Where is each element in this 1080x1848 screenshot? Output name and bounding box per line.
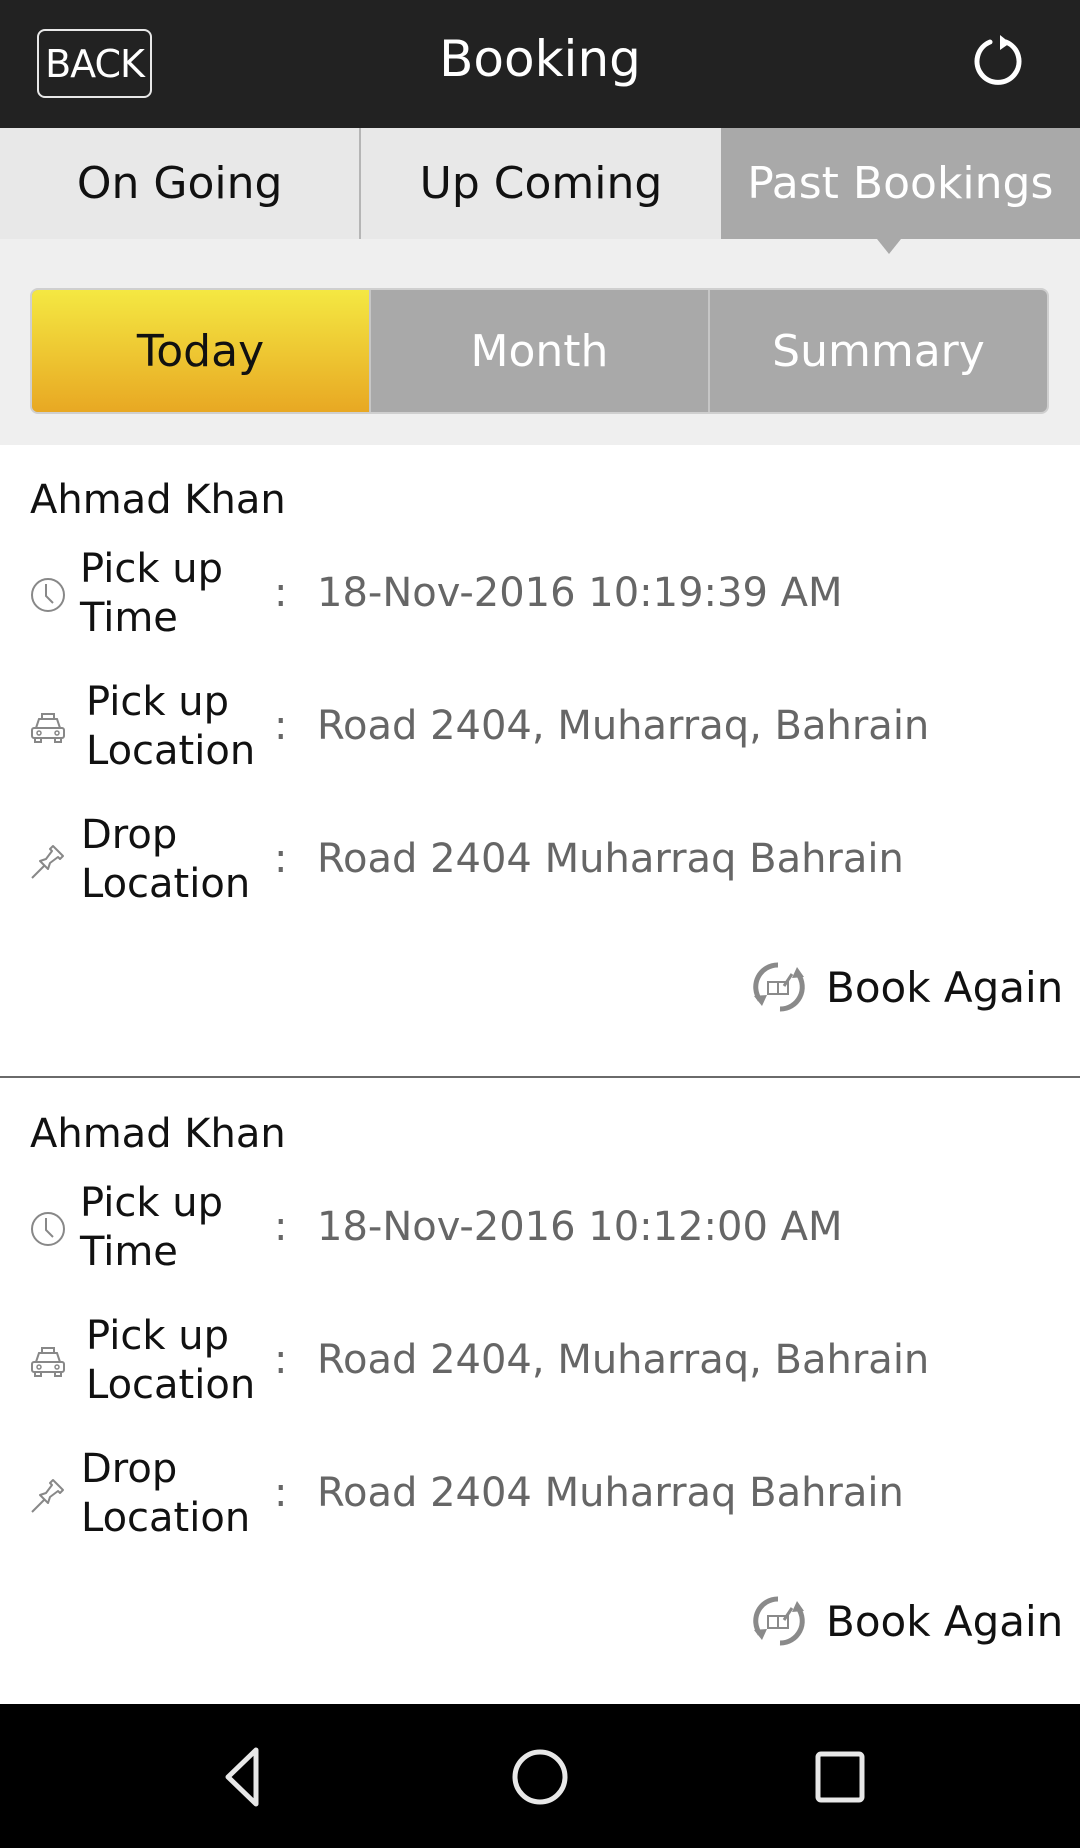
drop-location-label: Drop Location	[81, 1446, 251, 1541]
drop-location-row: Drop Location : Road 2404 Muharraq Bahra…	[0, 1445, 1080, 1545]
pickup-location-row: Pick up Location : Road 2404, Muharraq, …	[0, 1312, 1080, 1412]
drop-location-row: Drop Location : Road 2404 Muharraq Bahra…	[0, 811, 1080, 911]
pushpin-icon	[31, 845, 64, 879]
recents-icon[interactable]	[805, 1744, 875, 1810]
page-title: Booking	[439, 30, 641, 88]
refresh-icon[interactable]	[970, 32, 1026, 88]
pickup-time-value: 18-Nov-2016 10:19:39 AM	[317, 570, 843, 616]
booking-tabs: On Going Up Coming Past Bookings	[0, 128, 1080, 239]
back-icon[interactable]	[206, 1744, 276, 1810]
customer-name: Ahmad Khan	[30, 477, 286, 523]
pickup-time-row: Pick up Time : 18-Nov-2016 10:12:00 AM	[0, 1179, 1080, 1279]
filter-today[interactable]: Today	[32, 290, 369, 412]
book-again-label: Book Again	[826, 962, 1064, 1012]
taxi-icon	[31, 713, 65, 743]
taxi-icon	[31, 1347, 65, 1377]
pickup-location-label: Pick up Location	[86, 1313, 256, 1408]
pickup-location-label: Pick up Location	[86, 679, 256, 774]
pickup-location-value: Road 2404, Muharraq, Bahrain	[317, 703, 930, 749]
book-again-label: Book Again	[826, 1596, 1064, 1646]
drop-location-label: Drop Location	[81, 812, 251, 907]
book-again-button[interactable]: Book Again	[748, 1589, 1063, 1653]
book-again-icon	[753, 1596, 805, 1646]
separator: :	[274, 1337, 288, 1383]
booking-card: Ahmad Khan Pick up Time : 18-Nov-2016 10…	[0, 445, 1080, 1076]
separator: :	[274, 1470, 288, 1516]
tab-on-going[interactable]: On Going	[0, 128, 360, 239]
booking-card: Ahmad Khan Pick up Time : 18-Nov-2016 10…	[0, 1079, 1080, 1704]
clock-icon	[31, 1212, 65, 1246]
pickup-location-row: Pick up Location : Road 2404, Muharraq, …	[0, 678, 1080, 778]
book-again-icon	[753, 962, 805, 1012]
pickup-time-label: Pick up Time	[80, 546, 223, 641]
tab-up-coming[interactable]: Up Coming	[359, 128, 721, 239]
filter-summary[interactable]: Summary	[708, 290, 1047, 412]
active-tab-pointer	[877, 239, 901, 254]
customer-name: Ahmad Khan	[30, 1111, 286, 1157]
separator: :	[274, 570, 288, 616]
period-filter: Today Month Summary	[30, 288, 1049, 414]
tab-past-bookings[interactable]: Past Bookings	[720, 128, 1080, 239]
separator: :	[274, 703, 288, 749]
filter-month[interactable]: Month	[369, 290, 708, 412]
clock-icon	[31, 578, 65, 612]
drop-location-value: Road 2404 Muharraq Bahrain	[317, 836, 904, 882]
system-nav-bar	[0, 1704, 1080, 1848]
pickup-location-value: Road 2404, Muharraq, Bahrain	[317, 1337, 930, 1383]
drop-location-value: Road 2404 Muharraq Bahrain	[317, 1470, 904, 1516]
pushpin-icon	[31, 1479, 64, 1513]
pickup-time-label: Pick up Time	[80, 1180, 223, 1275]
card-divider	[0, 1076, 1080, 1078]
filter-area: Today Month Summary	[0, 239, 1080, 445]
pickup-time-value: 18-Nov-2016 10:12:00 AM	[317, 1204, 843, 1250]
book-again-button[interactable]: Book Again	[748, 955, 1063, 1019]
separator: :	[274, 836, 288, 882]
app-header: BACK Booking	[0, 0, 1080, 128]
home-icon[interactable]	[505, 1744, 575, 1810]
pickup-time-row: Pick up Time : 18-Nov-2016 10:19:39 AM	[0, 545, 1080, 645]
separator: :	[274, 1204, 288, 1250]
